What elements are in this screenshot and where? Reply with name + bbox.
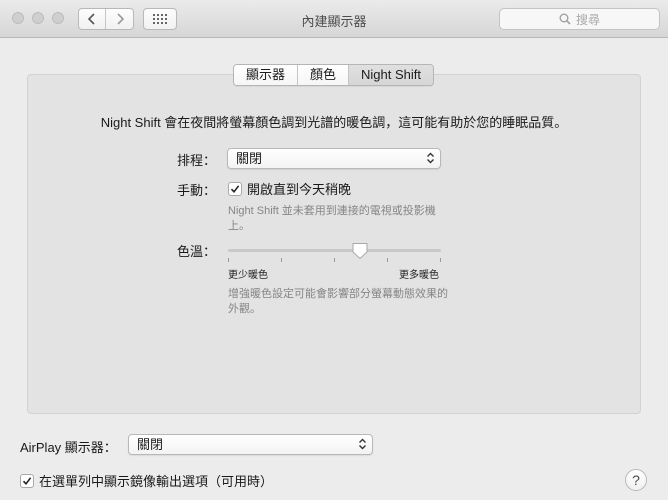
manual-checkbox[interactable] bbox=[228, 181, 242, 196]
manual-note: Night Shift 並未套用到連接的電視或投影機上。 bbox=[228, 205, 436, 232]
slider-tick bbox=[281, 258, 282, 262]
temperature-label: 色溫： bbox=[176, 244, 216, 259]
checkmark-icon bbox=[230, 184, 240, 193]
chevron-right-icon bbox=[116, 13, 124, 25]
navigation-buttons bbox=[78, 8, 134, 30]
mirror-checkbox-label: 在選單列中顯示鏡像輸出選項（可用時） bbox=[39, 474, 274, 489]
chevron-left-icon bbox=[87, 13, 95, 25]
search-icon bbox=[559, 13, 571, 25]
slider-max-label: 更多暖色 bbox=[399, 270, 439, 281]
mirror-checkbox-row[interactable]: 在選單列中顯示鏡像輸出選項（可用時） bbox=[20, 471, 273, 490]
manual-checkbox-row[interactable]: 開啟直到今天稍晚 bbox=[228, 179, 351, 198]
search-placeholder: 搜尋 bbox=[575, 12, 600, 27]
manual-label: 手動： bbox=[176, 183, 216, 198]
airplay-popup[interactable]: 關閉 bbox=[128, 434, 373, 455]
temperature-note: 增強暖色設定可能會影響部分螢幕動態效果的外觀。 bbox=[228, 288, 448, 315]
tab-night-shift[interactable]: Night Shift bbox=[349, 65, 434, 85]
slider-tick bbox=[387, 258, 388, 262]
mirror-checkbox[interactable] bbox=[20, 473, 34, 488]
up-down-arrows-icon bbox=[359, 438, 366, 450]
schedule-popup[interactable]: 關閉 bbox=[227, 148, 441, 169]
help-button[interactable]: ? bbox=[625, 469, 647, 491]
slider-tick bbox=[334, 258, 335, 262]
checkmark-icon bbox=[22, 476, 32, 485]
zoom-window-button[interactable] bbox=[52, 12, 64, 24]
show-all-button[interactable] bbox=[143, 8, 177, 30]
tab-color[interactable]: 顏色 bbox=[298, 65, 350, 85]
slider-track bbox=[228, 249, 441, 252]
schedule-label: 排程： bbox=[176, 153, 216, 168]
minimize-window-button[interactable] bbox=[32, 12, 44, 24]
grid-icon bbox=[153, 14, 167, 24]
slider-thumb[interactable] bbox=[351, 242, 369, 260]
search-field[interactable]: 搜尋 bbox=[499, 8, 660, 30]
slider-min-label: 更少暖色 bbox=[228, 270, 268, 281]
close-window-button[interactable] bbox=[12, 12, 24, 24]
schedule-value: 關閉 bbox=[236, 151, 263, 166]
back-button[interactable] bbox=[79, 9, 107, 29]
airplay-value: 關閉 bbox=[137, 437, 164, 452]
up-down-arrows-icon bbox=[427, 152, 434, 164]
temperature-slider[interactable] bbox=[228, 242, 441, 266]
slider-tick bbox=[228, 258, 229, 262]
tab-bar: 顯示器 顏色 Night Shift bbox=[233, 64, 435, 86]
manual-checkbox-label: 開啟直到今天稍晚 bbox=[247, 182, 352, 197]
forward-button[interactable] bbox=[106, 9, 133, 29]
airplay-label: AirPlay 顯示器： bbox=[20, 440, 117, 455]
slider-tick bbox=[440, 258, 441, 262]
title-bar: 內建顯示器 搜尋 bbox=[0, 0, 668, 38]
night-shift-description: Night Shift 會在夜間將螢幕顏色調到光譜的暖色調，這可能有助於您的睡眠… bbox=[100, 115, 568, 130]
tab-display[interactable]: 顯示器 bbox=[234, 65, 299, 85]
